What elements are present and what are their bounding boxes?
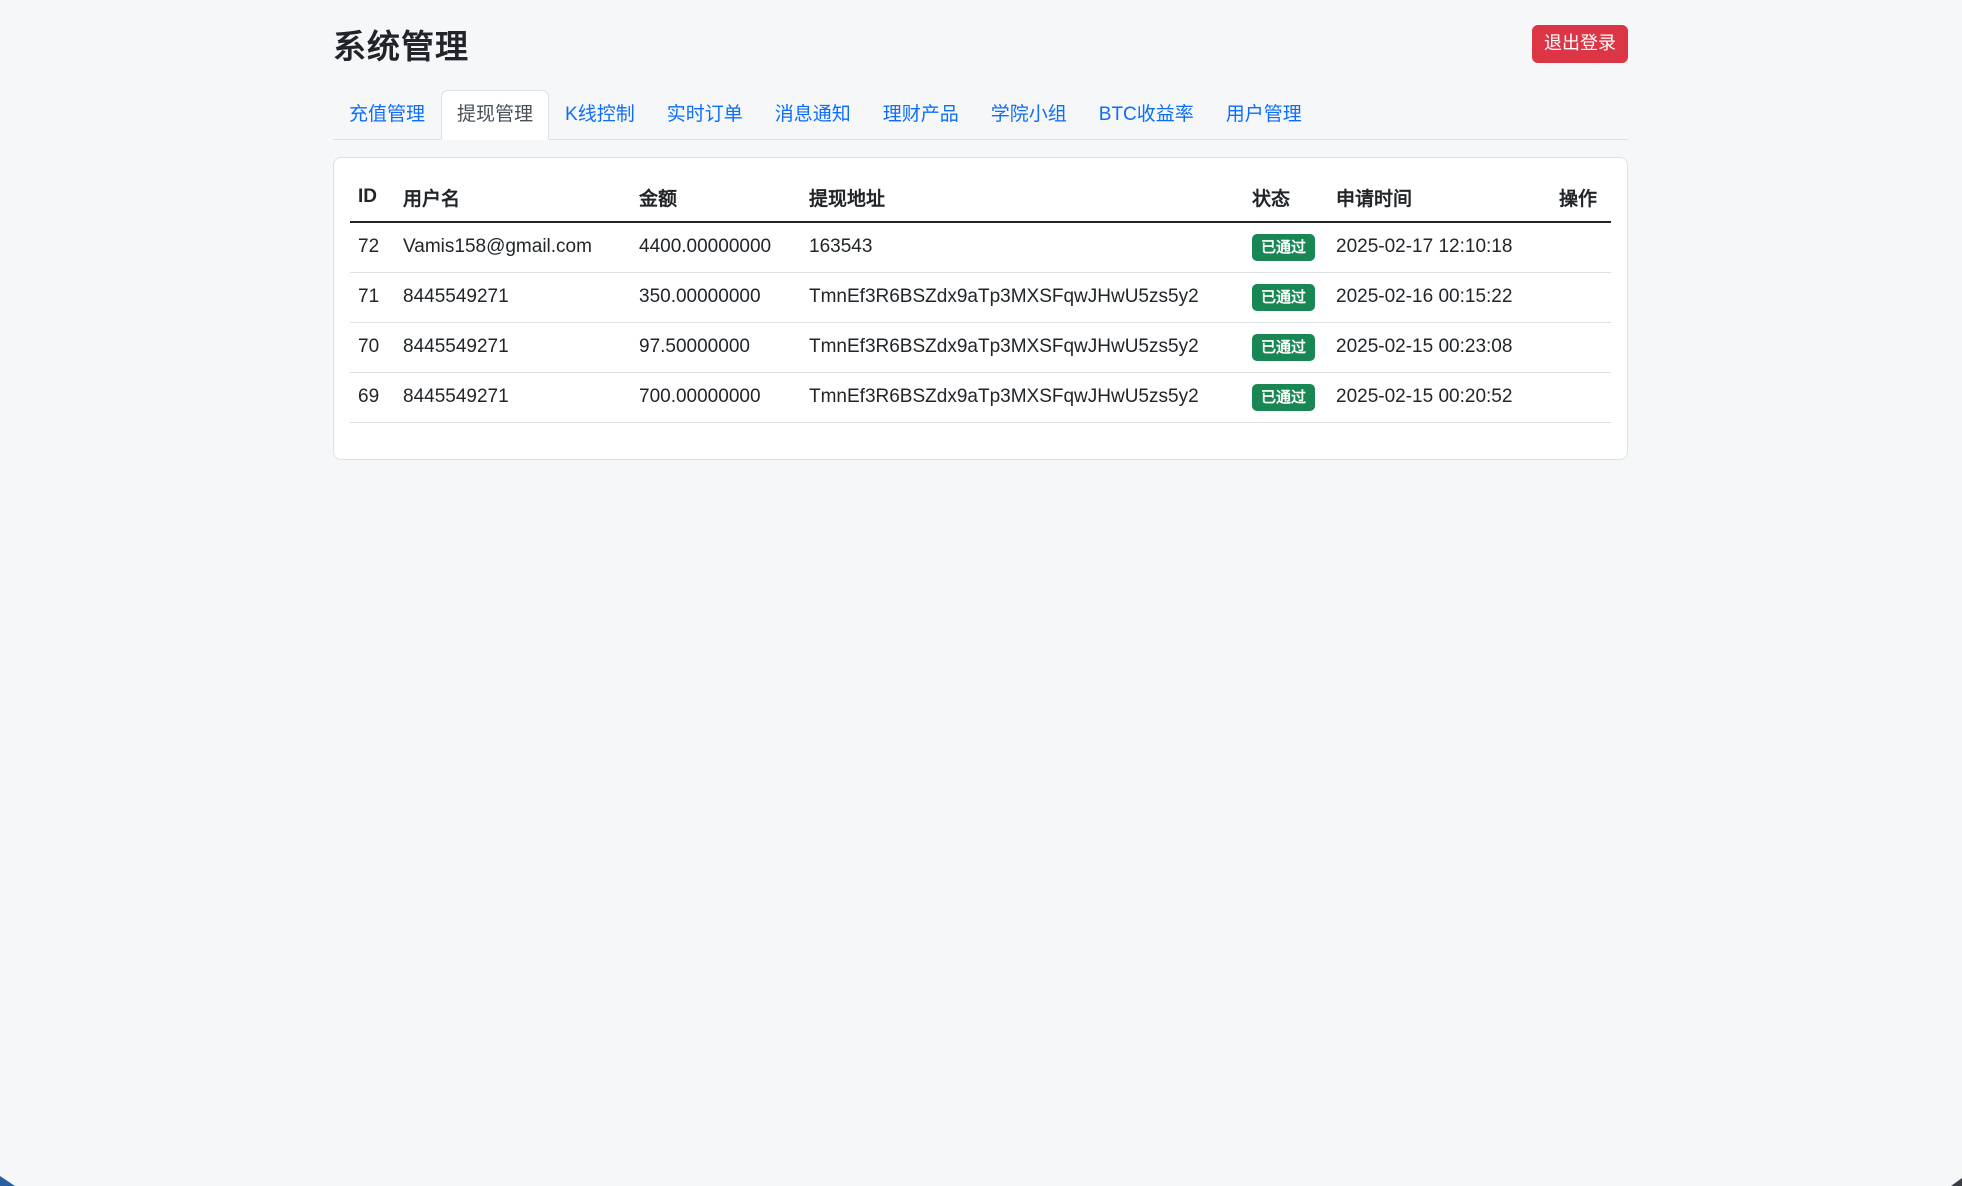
cell-id: 71 [350,272,395,322]
tab-bar: 充值管理提现管理K线控制实时订单消息通知理财产品学院小组BTC收益率用户管理 [333,90,1628,140]
admin-panel: 系统管理 退出登录 充值管理提现管理K线控制实时订单消息通知理财产品学院小组BT… [333,0,1628,460]
cell-amount: 97.50000000 [631,322,801,372]
cell-address: 163543 [801,222,1244,273]
tab-kline[interactable]: K线控制 [549,90,651,140]
cell-address: TmnEf3R6BSZdx9aTp3MXSFqwJHwU5zs5y2 [801,272,1244,322]
page-header: 系统管理 退出登录 [333,0,1628,64]
withdrawals-table: ID用户名金额提现地址状态申请时间操作 72Vamis158@gmail.com… [350,174,1611,423]
cell-username: Vamis158@gmail.com [395,222,631,273]
column-header-time: 申请时间 [1328,174,1551,222]
cell-status: 已通过 [1244,322,1328,372]
table-header-row: ID用户名金额提现地址状态申请时间操作 [350,174,1611,222]
status-badge: 已通过 [1252,334,1315,361]
column-header-amount: 金额 [631,174,801,222]
cell-action [1551,272,1611,322]
cell-status: 已通过 [1244,272,1328,322]
cell-time: 2025-02-15 00:20:52 [1328,372,1551,422]
cell-time: 2025-02-16 00:15:22 [1328,272,1551,322]
cell-time: 2025-02-15 00:23:08 [1328,322,1551,372]
cell-amount: 350.00000000 [631,272,801,322]
cell-id: 69 [350,372,395,422]
column-header-status: 状态 [1244,174,1328,222]
logout-button[interactable]: 退出登录 [1532,25,1628,63]
tab-recharge[interactable]: 充值管理 [333,90,441,140]
column-header-username: 用户名 [395,174,631,222]
corner-artifact-right [1951,1178,1962,1186]
status-badge: 已通过 [1252,384,1315,411]
cell-amount: 700.00000000 [631,372,801,422]
column-header-address: 提现地址 [801,174,1244,222]
cell-id: 70 [350,322,395,372]
status-badge: 已通过 [1252,234,1315,261]
table-row: 698445549271700.00000000TmnEf3R6BSZdx9aT… [350,372,1611,422]
corner-artifact-left [0,1176,15,1186]
withdrawals-card: ID用户名金额提现地址状态申请时间操作 72Vamis158@gmail.com… [333,157,1628,460]
cell-username: 8445549271 [395,372,631,422]
tab-groups[interactable]: 学院小组 [975,90,1083,140]
cell-username: 8445549271 [395,272,631,322]
tab-orders[interactable]: 实时订单 [651,90,759,140]
table-row: 72Vamis158@gmail.com4400.00000000163543 已… [350,222,1611,273]
table-row: 70844554927197.50000000TmnEf3R6BSZdx9aTp… [350,322,1611,372]
cell-time: 2025-02-17 12:10:18 [1328,222,1551,273]
page-title: 系统管理 [333,20,469,68]
cell-action [1551,322,1611,372]
cell-action [1551,222,1611,273]
cell-action [1551,372,1611,422]
column-header-action: 操作 [1551,174,1611,222]
cell-address: TmnEf3R6BSZdx9aTp3MXSFqwJHwU5zs5y2 [801,322,1244,372]
tab-btc-yield[interactable]: BTC收益率 [1083,90,1210,140]
cell-address: TmnEf3R6BSZdx9aTp3MXSFqwJHwU5zs5y2 [801,372,1244,422]
column-header-id: ID [350,174,395,222]
table-row: 718445549271350.00000000TmnEf3R6BSZdx9aT… [350,272,1611,322]
cell-id: 72 [350,222,395,273]
tab-messages[interactable]: 消息通知 [759,90,867,140]
tab-withdraw[interactable]: 提现管理 [441,90,549,140]
status-badge: 已通过 [1252,284,1315,311]
tab-products[interactable]: 理财产品 [867,90,975,140]
cell-username: 8445549271 [395,322,631,372]
cell-amount: 4400.00000000 [631,222,801,273]
cell-status: 已通过 [1244,372,1328,422]
tab-users[interactable]: 用户管理 [1210,90,1318,140]
cell-status: 已通过 [1244,222,1328,273]
